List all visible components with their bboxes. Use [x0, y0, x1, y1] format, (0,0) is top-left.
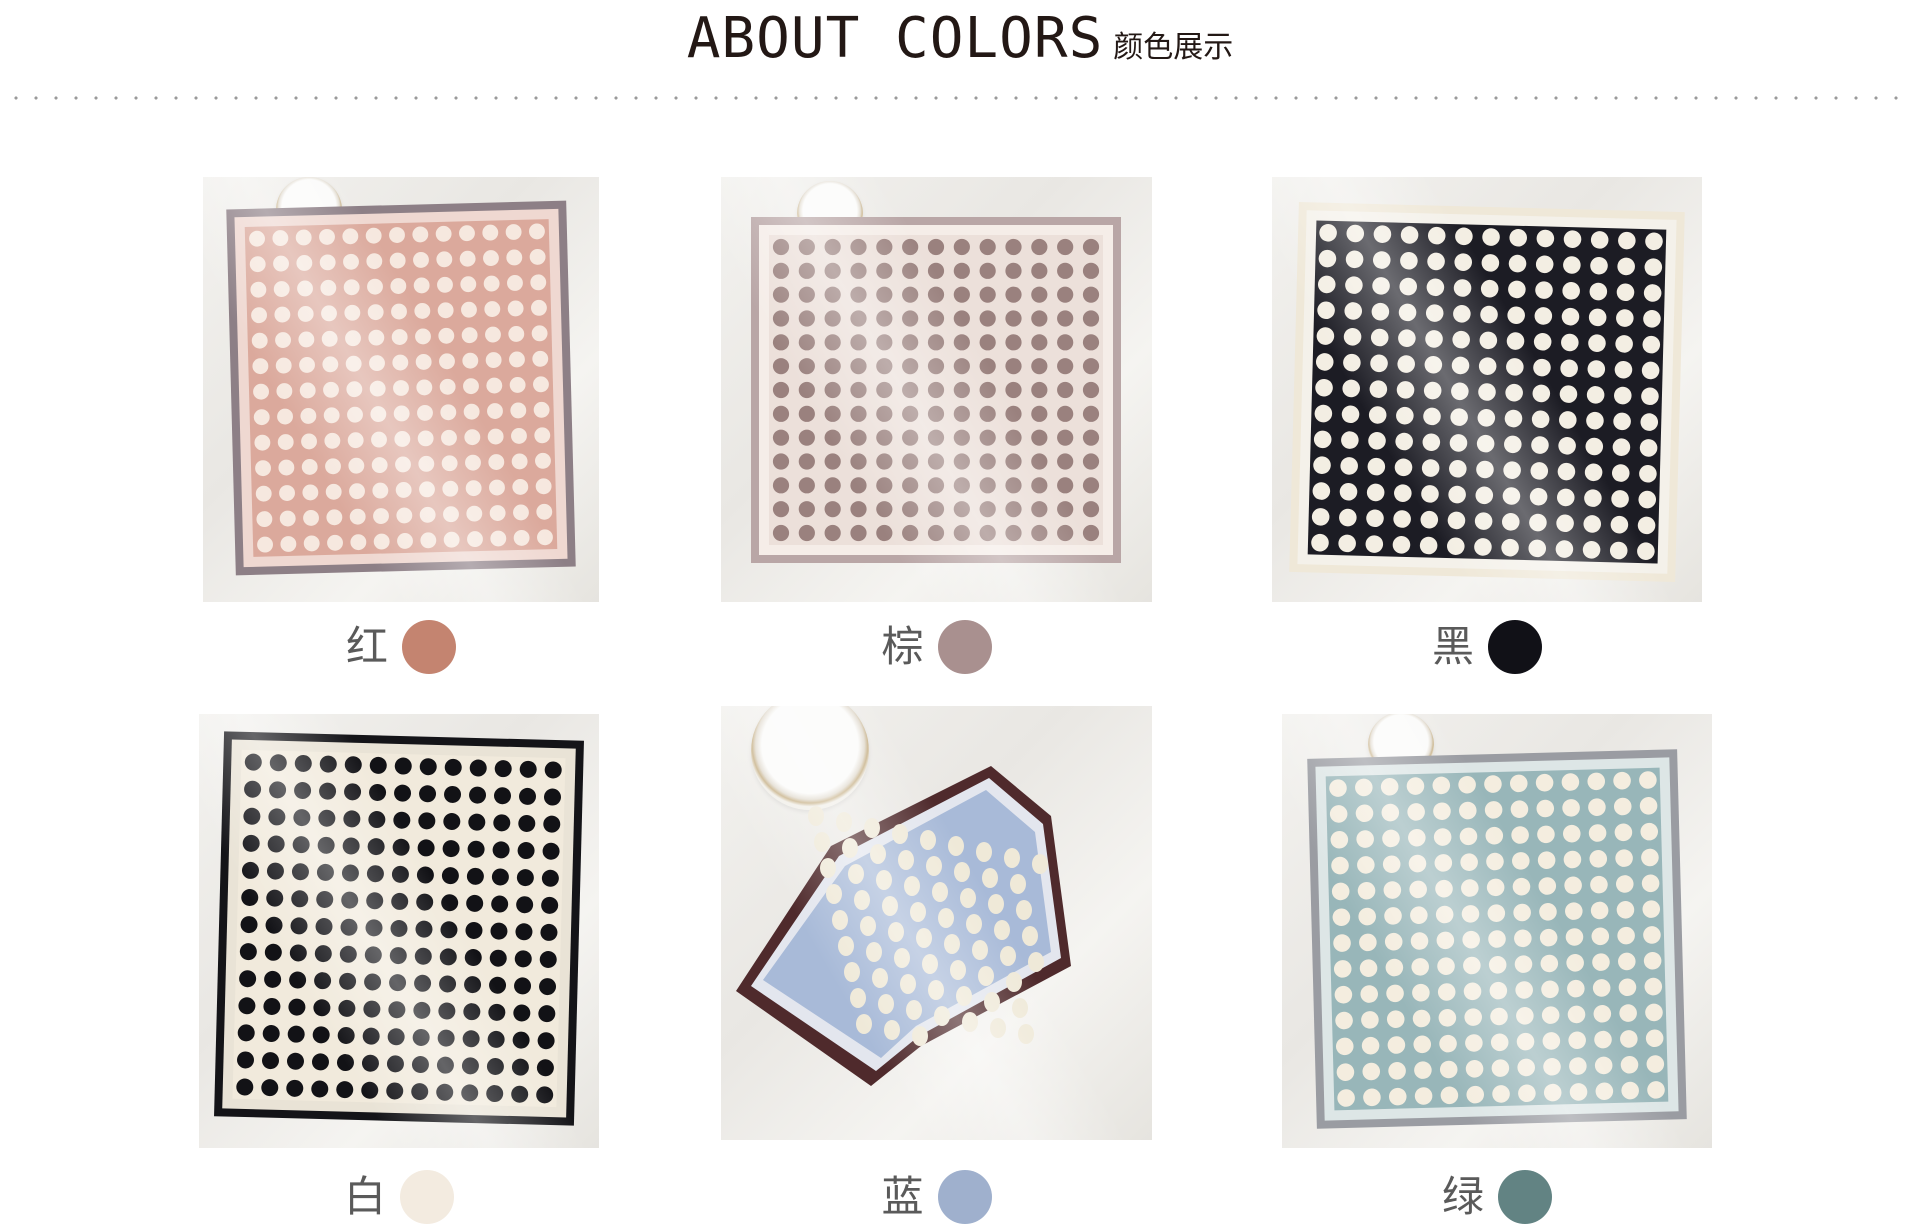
product-photo: [199, 714, 599, 1148]
scarf-image: [751, 217, 1121, 563]
product-photo: [1272, 177, 1702, 602]
product-photo: [721, 706, 1152, 1140]
color-label: 黑: [1272, 617, 1702, 677]
color-name: 红: [345, 622, 388, 671]
page-title: ABOUT COLORS: [686, 6, 1104, 71]
header: ABOUT COLORS 颜色展示: [0, 0, 1920, 100]
color-label: 蓝: [721, 1167, 1152, 1227]
scarf-image: [1289, 202, 1685, 582]
scarf-image: [736, 766, 1071, 1086]
color-label: 绿: [1282, 1167, 1712, 1227]
page-subtitle: 颜色展示: [1113, 30, 1234, 65]
scarf-image: [226, 200, 576, 576]
scarf-image: [214, 731, 584, 1126]
product-photo: [721, 177, 1152, 602]
color-swatch: [1488, 620, 1542, 674]
color-swatch: [937, 620, 992, 674]
color-name: 绿: [1441, 1172, 1484, 1221]
color-name: 棕: [881, 622, 924, 671]
color-name: 白: [343, 1172, 386, 1221]
color-label: 红: [203, 617, 599, 677]
color-label: 棕: [721, 617, 1152, 677]
dotted-divider: [6, 96, 1914, 100]
product-photo: [1282, 714, 1712, 1148]
product-photo: [203, 177, 599, 602]
color-swatch: [402, 620, 456, 674]
color-swatch: [400, 1170, 454, 1224]
color-name: 黑: [1431, 622, 1474, 671]
color-name: 蓝: [881, 1172, 924, 1221]
color-label: 白: [199, 1167, 599, 1227]
color-swatch: [937, 1170, 992, 1224]
color-swatch: [1498, 1170, 1552, 1224]
scarf-image: [1307, 749, 1687, 1129]
title-row: ABOUT COLORS 颜色展示: [0, 6, 1920, 71]
